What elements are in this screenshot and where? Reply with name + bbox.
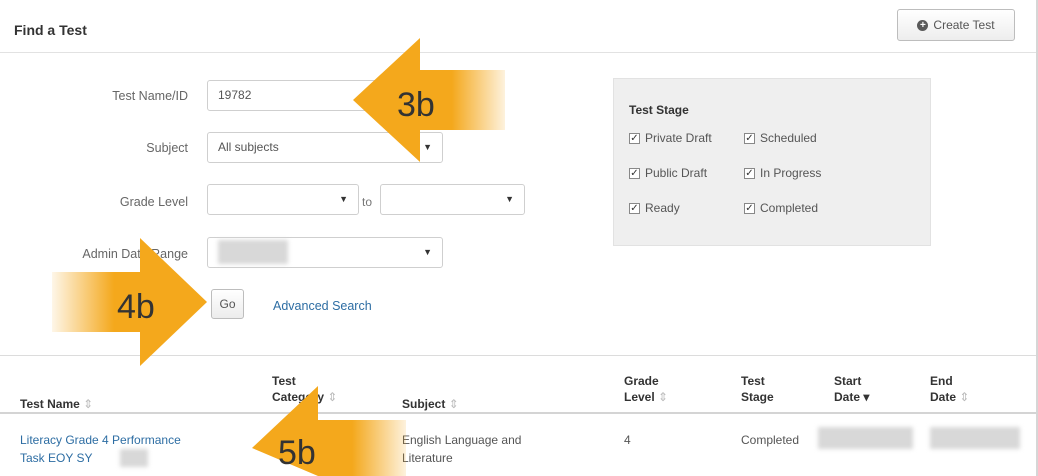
column-header-start-date[interactable]: Start Date ▾ xyxy=(834,373,869,405)
column-header-test-name[interactable]: Test Name ⇕ xyxy=(20,396,93,412)
stage-option-private-draft[interactable]: ✓ Private Draft xyxy=(629,131,712,145)
callout-arrow-4b: 4b xyxy=(52,238,207,366)
sort-icon: ⇕ xyxy=(658,390,669,404)
stage-option-public-draft[interactable]: ✓ Public Draft xyxy=(629,166,707,180)
sort-icon: ⇕ xyxy=(959,390,970,404)
table-row-test-name-link[interactable]: Literacy Grade 4 Performance Task EOY SY xyxy=(20,431,181,467)
callout-label-4b: 4b xyxy=(117,288,155,326)
table-row-stage: Completed xyxy=(741,433,800,447)
table-row-subject: English Language and Literature xyxy=(402,433,522,465)
callout-label-5b: 5b xyxy=(278,434,316,472)
stage-option-label: Completed xyxy=(760,201,819,215)
column-header-test-stage[interactable]: Test Stage xyxy=(741,373,774,405)
redacted-end-date xyxy=(930,427,1020,449)
stage-option-scheduled[interactable]: ✓ Scheduled xyxy=(744,131,817,145)
stage-option-ready[interactable]: ✓ Ready xyxy=(629,201,680,215)
column-header-subject[interactable]: Subject ⇕ xyxy=(402,396,459,412)
stage-option-label: In Progress xyxy=(760,166,822,180)
plus-circle-icon: + xyxy=(917,19,929,31)
grade-to-label: to xyxy=(362,195,373,209)
redacted-year xyxy=(120,449,148,467)
checkbox-checked-icon[interactable]: ✓ xyxy=(629,132,640,144)
create-test-button[interactable]: + Create Test xyxy=(897,9,1015,41)
chevron-down-icon: ▼ xyxy=(423,247,432,257)
stage-option-label: Private Draft xyxy=(645,131,712,145)
checkbox-checked-icon[interactable]: ✓ xyxy=(744,167,755,179)
page-title: Find a Test xyxy=(14,22,87,38)
sort-icon: ⇕ xyxy=(83,397,94,411)
chevron-down-icon: ▼ xyxy=(339,194,348,204)
callout-label-3b: 3b xyxy=(397,86,435,124)
column-header-grade-level[interactable]: Grade Level ⇕ xyxy=(624,373,668,405)
stage-option-label: Ready xyxy=(645,201,680,215)
grade-level-label: Grade Level xyxy=(119,195,188,209)
redacted-start-date xyxy=(818,427,913,449)
checkbox-checked-icon[interactable]: ✓ xyxy=(744,132,755,144)
checkbox-checked-icon[interactable]: ✓ xyxy=(744,202,755,214)
go-button[interactable]: Go xyxy=(211,289,244,319)
test-name-label: Test Name/ID xyxy=(112,89,188,103)
callout-arrow-3b: 3b xyxy=(353,38,505,162)
sort-icon: ⇕ xyxy=(448,397,459,411)
subject-value: All subjects xyxy=(218,140,279,154)
column-header-end-date[interactable]: End Date ⇕ xyxy=(930,373,969,405)
test-stage-title: Test Stage xyxy=(629,103,689,117)
callout-arrow-5b: 5b xyxy=(252,386,406,476)
panel-header: Find a Test + Create Test xyxy=(0,0,1036,53)
sort-desc-icon: ▾ xyxy=(863,390,870,404)
table-header-rule xyxy=(0,412,1036,414)
test-stage-filter: Test Stage ✓ Private Draft ✓ Scheduled ✓… xyxy=(613,78,931,246)
stage-option-completed[interactable]: ✓ Completed xyxy=(744,201,818,215)
grade-from-select[interactable]: ▼ xyxy=(207,184,359,215)
stage-option-in-progress[interactable]: ✓ In Progress xyxy=(744,166,821,180)
subject-label: Subject xyxy=(146,141,188,155)
redacted-date xyxy=(218,240,288,264)
create-test-label: Create Test xyxy=(933,18,995,32)
checkbox-checked-icon[interactable]: ✓ xyxy=(629,167,640,179)
stage-option-label: Public Draft xyxy=(645,166,708,180)
stage-option-label: Scheduled xyxy=(760,131,817,145)
grade-to-select[interactable]: ▼ xyxy=(380,184,525,215)
checkbox-checked-icon[interactable]: ✓ xyxy=(629,202,640,214)
table-row-grade: 4 xyxy=(624,433,631,447)
advanced-search-link[interactable]: Advanced Search xyxy=(273,299,372,313)
chevron-down-icon: ▼ xyxy=(505,194,514,204)
